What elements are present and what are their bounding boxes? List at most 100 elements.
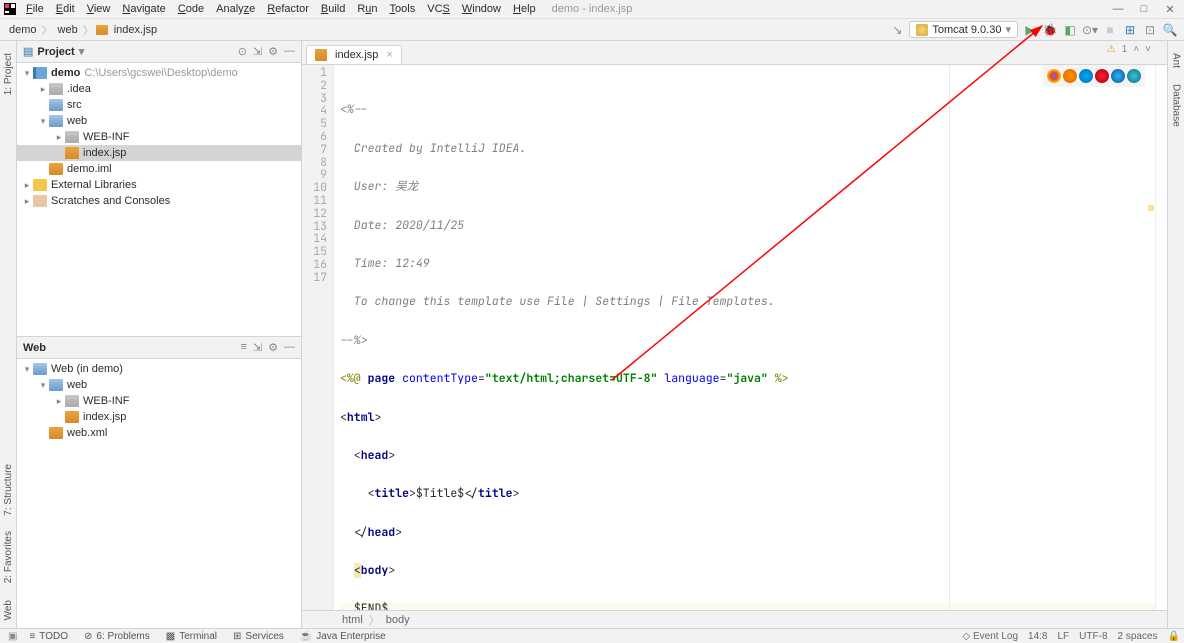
run-icon[interactable]: ▶	[1022, 22, 1038, 38]
tree-ext-libs[interactable]: External Libraries	[51, 179, 137, 191]
webtree-webxml[interactable]: web.xml	[67, 427, 107, 439]
bb-problems[interactable]: ⊘ 6: Problems	[76, 631, 158, 642]
tree-expanded-icon[interactable]: ▾	[37, 380, 49, 391]
tree-expanded-icon[interactable]: ▾	[21, 68, 33, 79]
bb-todo[interactable]: ≡ TODO	[21, 631, 76, 642]
maximize-icon[interactable]: □	[1134, 3, 1154, 16]
menu-navigate[interactable]: Navigate	[116, 1, 171, 17]
status-indent[interactable]: 2 spaces	[1118, 631, 1158, 642]
warning-stripe[interactable]	[1148, 205, 1154, 211]
crumb-html[interactable]: html	[342, 614, 363, 626]
error-stripe[interactable]	[1155, 65, 1167, 610]
close-icon[interactable]: ✕	[1160, 3, 1180, 16]
tree-expanded-icon[interactable]: ▾	[21, 364, 33, 375]
webtree-index[interactable]: index.jsp	[83, 411, 126, 423]
crumb-file[interactable]: index.jsp	[111, 24, 160, 36]
tool-windows-quick-icon[interactable]: ▣	[4, 631, 21, 642]
menu-code[interactable]: Code	[172, 1, 210, 17]
tab-close-icon[interactable]: ×	[386, 49, 392, 61]
tree-demoiml[interactable]: demo.iml	[67, 163, 112, 175]
code-area[interactable]: <%-- Created by IntelliJ IDEA. User: 吴龙 …	[334, 65, 1155, 610]
web-tree[interactable]: ▾Web (in demo) ▾web ▸WEB-INF index.jsp w…	[17, 359, 301, 628]
rail-ant[interactable]: Ant	[1169, 51, 1184, 70]
bb-services[interactable]: ⊞ Services	[225, 631, 292, 642]
chevron-down-icon[interactable]: ▾	[79, 45, 85, 58]
git-icon[interactable]: ⊞	[1122, 22, 1138, 38]
tree-collapsed-icon[interactable]: ▸	[37, 84, 49, 95]
expand-all-icon[interactable]: ⇲	[253, 45, 262, 58]
webtree-root[interactable]: Web (in demo)	[51, 363, 123, 375]
build-hammer-icon[interactable]: ↘	[889, 22, 905, 38]
expand-all-icon[interactable]: ⇲	[253, 341, 262, 354]
rail-database[interactable]: Database	[1169, 82, 1184, 129]
tree-collapsed-icon[interactable]: ▸	[21, 196, 33, 207]
run-configuration-dropdown[interactable]: Tomcat 9.0.30 ▾	[909, 21, 1018, 38]
browser-opera-icon[interactable]	[1095, 69, 1109, 83]
editor-tab-indexjsp[interactable]: index.jsp ×	[306, 45, 402, 64]
rail-structure[interactable]: 7: Structure	[1, 462, 16, 518]
hide-icon[interactable]: —	[284, 341, 295, 354]
menu-run[interactable]: Run	[351, 1, 383, 17]
status-encoding[interactable]: UTF-8	[1079, 631, 1107, 642]
hide-icon[interactable]: —	[284, 45, 295, 58]
rail-favorites[interactable]: 2: Favorites	[1, 529, 16, 585]
browser-preview-bar	[1043, 65, 1145, 87]
status-line-ending[interactable]: LF	[1058, 631, 1070, 642]
warning-icon: ⚠	[1107, 44, 1116, 55]
bb-terminal[interactable]: ▩ Terminal	[158, 631, 225, 642]
menu-analyze[interactable]: Analyze	[210, 1, 261, 17]
menu-view[interactable]: View	[81, 1, 117, 17]
browser-chrome-icon[interactable]	[1047, 69, 1061, 83]
menu-file[interactable]: File	[20, 1, 50, 17]
tree-scratch[interactable]: Scratches and Consoles	[51, 195, 170, 207]
menu-build[interactable]: Build	[315, 1, 351, 17]
menu-tools[interactable]: Tools	[384, 1, 422, 17]
crumb-demo[interactable]: demo	[6, 24, 40, 36]
coverage-icon[interactable]: ◧	[1062, 22, 1078, 38]
tree-idea[interactable]: .idea	[67, 83, 91, 95]
chevron-up-icon[interactable]: ˄	[1133, 44, 1139, 55]
bb-javaee[interactable]: ☕ Java Enterprise	[292, 631, 394, 642]
tree-expanded-icon[interactable]: ▾	[37, 116, 49, 127]
editor-body[interactable]: 1234567891011121314151617 <%-- Created b…	[302, 65, 1167, 610]
menu-help[interactable]: Help	[507, 1, 542, 17]
tree-indexjsp[interactable]: index.jsp	[83, 147, 126, 159]
webtree-web[interactable]: web	[67, 379, 87, 391]
search-icon[interactable]: 🔍	[1162, 22, 1178, 38]
tree-src[interactable]: src	[67, 99, 82, 111]
status-position[interactable]: 14:8	[1028, 631, 1047, 642]
select-opened-icon[interactable]: ⊙	[238, 45, 247, 58]
minimize-icon[interactable]: —	[1108, 3, 1128, 16]
tree-webinf[interactable]: WEB-INF	[83, 131, 129, 143]
debug-icon[interactable]: 🐞	[1042, 22, 1058, 38]
rail-project[interactable]: 1: Project	[1, 51, 16, 97]
profile-icon[interactable]: ⊙▾	[1082, 22, 1098, 38]
gear-icon[interactable]: ⚙	[268, 45, 278, 58]
filter-icon[interactable]: ≡	[240, 341, 246, 354]
project-tree[interactable]: ▾demoC:\Users\gcswei\Desktop\demo ▸.idea…	[17, 63, 301, 336]
browser-firefox-icon[interactable]	[1063, 69, 1077, 83]
bb-eventlog[interactable]: ◇ Event Log	[963, 631, 1019, 642]
chevron-down-icon[interactable]: ˅	[1145, 44, 1151, 55]
tree-collapsed-icon[interactable]: ▸	[53, 132, 65, 143]
tree-collapsed-icon[interactable]: ▸	[21, 180, 33, 191]
lock-icon[interactable]: 🔒	[1168, 631, 1180, 642]
crumb-web[interactable]: web	[55, 24, 81, 36]
menu-edit[interactable]: Edit	[50, 1, 81, 17]
menu-refactor[interactable]: Refactor	[261, 1, 315, 17]
webtree-webinf[interactable]: WEB-INF	[83, 395, 129, 407]
crumb-body[interactable]: body	[386, 614, 410, 626]
browser-safari-icon[interactable]	[1079, 69, 1093, 83]
inspection-widget[interactable]: ⚠1 ˄ ˅	[1107, 44, 1151, 55]
search-everywhere-icon[interactable]: ⊡	[1142, 22, 1158, 38]
rail-web[interactable]: Web	[1, 598, 16, 622]
tree-root[interactable]: demo	[51, 67, 80, 79]
menu-vcs[interactable]: VCS	[421, 1, 456, 17]
tree-collapsed-icon[interactable]: ▸	[53, 396, 65, 407]
stop-icon[interactable]: ■	[1102, 22, 1118, 38]
browser-edge-icon[interactable]	[1127, 69, 1141, 83]
tree-web[interactable]: web	[67, 115, 87, 127]
browser-ie-icon[interactable]	[1111, 69, 1125, 83]
menu-window[interactable]: Window	[456, 1, 507, 17]
gear-icon[interactable]: ⚙	[268, 341, 278, 354]
